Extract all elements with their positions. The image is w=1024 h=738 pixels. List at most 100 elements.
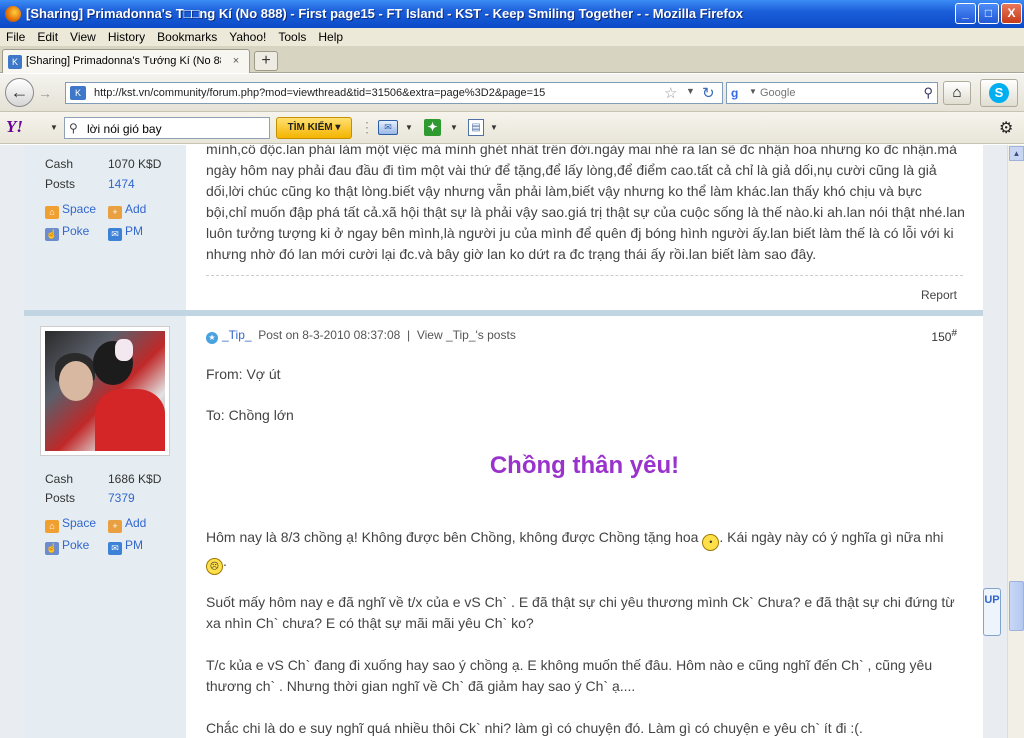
firefox-icon [5,6,21,22]
menu-yahoo[interactable]: Yahoo! [223,28,272,45]
smiley-icon: • [702,534,720,551]
page-icon[interactable]: ▤ [468,119,484,136]
posts-label: Posts [45,177,76,191]
maximize-button[interactable]: □ [978,3,999,24]
yahoo-search-input[interactable]: lời nói gió bay [87,122,162,136]
google-icon[interactable]: g [731,86,746,101]
skype-icon: S [989,83,1009,103]
menu-view[interactable]: View [64,28,102,45]
paragraph-4: Chắc chi là do e suy nghĩ quá nhiều thôi… [206,720,863,736]
new-tab-button[interactable]: + [254,51,278,71]
skype-button[interactable]: S [980,79,1018,107]
page-dropdown-icon[interactable]: ▼ [490,123,498,132]
view-posts-link[interactable]: View _Tip_'s posts [417,328,516,342]
back-to-top-button[interactable]: UP [983,588,1001,636]
post2-body: ★ _Tip_ Post on 8-3-2010 08:37:08 | View … [186,316,983,738]
navigation-toolbar: ← → K http://kst.vn/community/forum.php?… [0,74,1024,112]
posts-value[interactable]: 1474 [108,177,135,191]
yahoo-search-box[interactable]: ⚲ lời nói gió bay [64,117,270,139]
extension-icon[interactable]: ✦ [424,119,441,136]
yahoo-logo[interactable]: Y! [6,117,23,137]
post1-line: dối,lời chúc cũng ko thật lòng.biết vậy … [206,183,922,199]
online-status-icon: ★ [206,332,218,344]
post1-body: mình,cô độc.lan phải làm một việc mà mìn… [186,145,983,310]
url-dropdown-icon[interactable]: ▼ [686,86,695,96]
pm-link[interactable]: ✉ PM [108,538,143,555]
tab-close-icon[interactable]: × [229,54,243,68]
posts-value[interactable]: 7379 [108,491,135,505]
paragraph-1: Hôm nay là 8/3 chồng ạ! Không được bên C… [206,527,966,575]
paragraph-3: T/c kủa e vS Ch` đang đi xuống hay sao ý… [206,657,933,694]
sad-smiley-icon: ☹ [206,558,223,575]
add-friend-link[interactable]: + Add [108,202,146,219]
post1-author-sidebar: Cash 1070 K$D Posts 1474 ⌂ Space + Add ☝ Po… [24,145,186,310]
address-bar[interactable]: K http://kst.vn/community/forum.php?mod=… [65,82,723,104]
menu-file[interactable]: File [0,28,31,45]
space-link[interactable]: ⌂ Space [45,516,96,533]
poke-link[interactable]: ☝ Poke [45,538,89,555]
url-text: http://kst.vn/community/forum.php?mod=vi… [94,87,546,99]
post1-line: ngày hôm nay phải đau đầu đi tìm một vài… [206,162,937,178]
menu-history[interactable]: History [102,28,151,45]
cash-label: Cash [45,472,74,486]
yahoo-dropdown-icon[interactable]: ▼ [50,123,58,132]
site-favicon: K [70,86,86,100]
back-button[interactable]: ← [5,78,34,107]
bookmark-star-icon[interactable]: ☆ [664,84,677,102]
add-friend-link[interactable]: + Add [108,516,146,533]
search-icon[interactable]: ⚲ [923,85,933,101]
menu-edit[interactable]: Edit [31,28,64,45]
post2-author-sidebar: Cash 1686 K$D Posts 7379 ⌂ Space + Add ☝ Po… [24,316,186,738]
from-line: From: Vợ út [206,366,281,382]
search-input[interactable] [760,85,910,101]
mail-icon[interactable]: ✉ [378,120,398,135]
yahoo-toolbar: Y! ▼ ⚲ lời nói gió bay TÌM KIẾM ▾ ⋮ ✉ ▼ … [0,112,1024,144]
report-link[interactable]: Report [921,288,957,302]
post1-line: mình,cô độc.lan phải làm một việc mà mìn… [206,145,957,157]
menu-help[interactable]: Help [312,28,349,45]
window-titlebar: [Sharing] Primadonna's T□□ng Kí (No 888)… [0,0,1024,28]
tab-current[interactable]: K [Sharing] Primadonna's Tướng Kí (No 88… [2,49,250,73]
window-title: [Sharing] Primadonna's T□□ng Kí (No 888)… [26,6,744,21]
menu-bar: File Edit View History Bookmarks Yahoo! Tools H… [0,28,1024,46]
post-heading: Chồng thân yêu! [489,452,680,479]
poke-icon: ☝ [45,542,59,555]
search-icon: ⚲ [69,121,78,135]
post1-line: luôn tưởng tượng ki ở ngay bên mình,là n… [206,225,954,241]
home-button[interactable]: ⌂ [943,81,971,105]
post-date: Post on 8-3-2010 08:37:08 [258,328,401,342]
poke-icon: ☝ [45,228,59,241]
search-engine-box[interactable]: g ▼ ⚲ [726,82,938,104]
search-engine-dropdown-icon[interactable]: ▼ [749,87,757,96]
author-link[interactable]: _Tip_ [222,328,252,342]
extension-dropdown-icon[interactable]: ▼ [450,123,458,132]
reload-icon[interactable]: ↻ [702,84,715,102]
cash-label: Cash [45,157,74,171]
mail-dropdown-icon[interactable]: ▼ [405,123,413,132]
scroll-up-arrow-icon[interactable]: ▲ [1009,146,1024,161]
to-line: To: Chồng lớn [206,407,294,423]
tab-label: [Sharing] Primadonna's Tướng Kí (No 888)… [26,55,221,67]
menu-tools[interactable]: Tools [272,28,312,45]
vertical-scrollbar[interactable]: ▲ [1007,145,1024,738]
pm-link[interactable]: ✉ PM [108,224,143,241]
post-number[interactable]: 150# [931,328,957,344]
gear-icon[interactable]: ⚙ [999,118,1013,138]
close-window-button[interactable]: X [1001,3,1022,24]
home-icon: ⌂ [45,206,59,219]
poke-link[interactable]: ☝ Poke [45,224,89,241]
space-link[interactable]: ⌂ Space [45,202,96,219]
toolbar-separator: ⋮ [360,119,374,135]
message-icon: ✉ [108,542,122,555]
post-meta: ★ _Tip_ Post on 8-3-2010 08:37:08 | View … [206,328,516,344]
scrollbar-thumb[interactable] [1009,581,1024,631]
post1-text: mình,cô độc.lan phải làm một việc mà mìn… [206,145,966,265]
yahoo-search-button[interactable]: TÌM KIẾM ▾ [276,117,352,139]
menu-bookmarks[interactable]: Bookmarks [151,28,223,45]
site-favicon: K [8,55,22,69]
avatar[interactable] [40,326,170,456]
tab-bar: K [Sharing] Primadonna's Tướng Kí (No 88… [0,46,1024,73]
cash-value: 1070 K$D [108,157,162,171]
minimize-button[interactable]: _ [955,3,976,24]
forward-button[interactable]: → [36,83,54,103]
